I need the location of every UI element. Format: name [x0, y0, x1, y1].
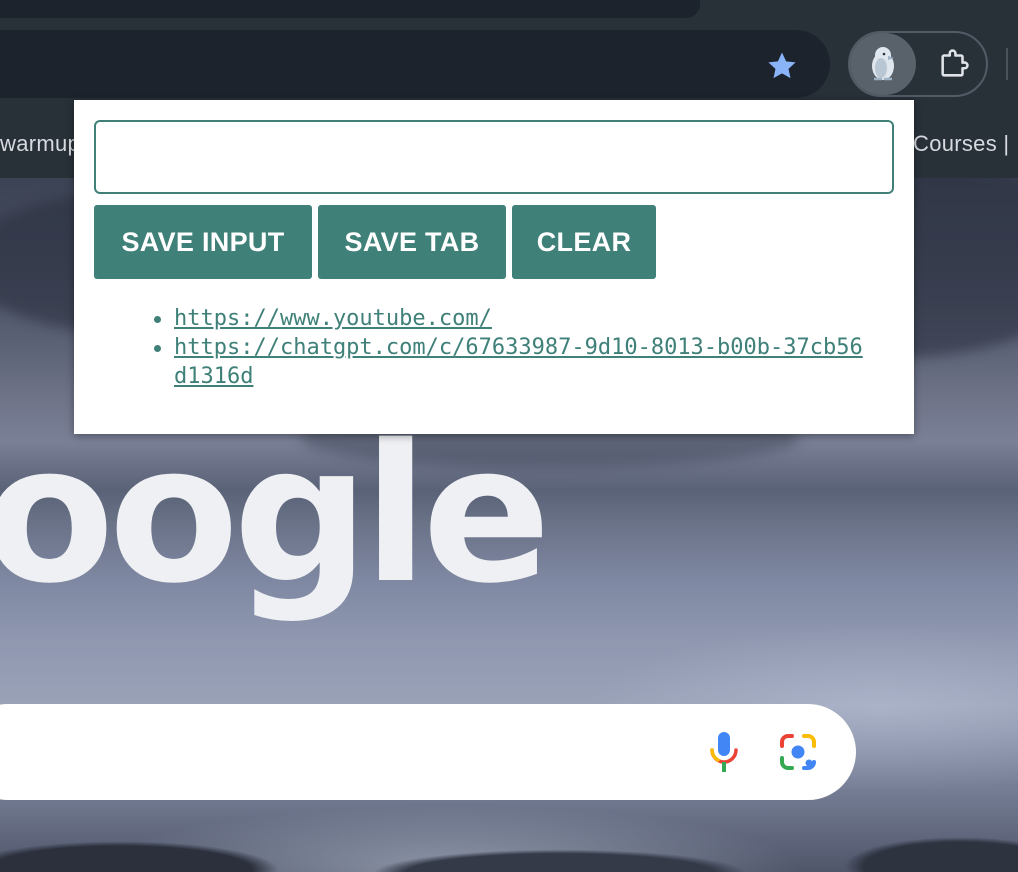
- clear-button[interactable]: CLEAR: [512, 205, 656, 279]
- save-input-button[interactable]: SAVE INPUT: [94, 205, 312, 279]
- url-input[interactable]: [94, 120, 894, 194]
- bookmark-courses[interactable]: Courses |: [913, 131, 1009, 157]
- saved-link[interactable]: https://chatgpt.com/c/67633987-9d10-8013…: [174, 335, 863, 389]
- toolbar-divider: [1006, 48, 1008, 80]
- saved-link[interactable]: https://www.youtube.com/: [174, 306, 492, 331]
- save-tab-button[interactable]: SAVE TAB: [318, 205, 506, 279]
- bookmark-warmup[interactable]: warmup: [0, 131, 80, 157]
- extension-popup: SAVE INPUT SAVE TAB CLEAR https://www.yo…: [74, 100, 914, 434]
- address-bar[interactable]: [0, 30, 830, 98]
- penguin-icon: [872, 47, 894, 81]
- list-item: https://www.youtube.com/: [154, 304, 874, 333]
- list-item: https://chatgpt.com/c/67633987-9d10-8013…: [154, 333, 874, 391]
- bookmark-star-button[interactable]: [760, 44, 804, 88]
- saved-links-list: https://www.youtube.com/ https://chatgpt…: [154, 304, 874, 391]
- microphone-icon[interactable]: [704, 730, 744, 774]
- extensions-menu-button[interactable]: [930, 42, 978, 86]
- rocks: [0, 810, 1018, 872]
- active-tab[interactable]: [0, 0, 700, 18]
- star-icon: [768, 52, 796, 79]
- puzzle-icon: [941, 49, 969, 77]
- google-logo: oogle: [0, 404, 551, 625]
- camera-lens-icon[interactable]: [778, 732, 818, 772]
- extension-button[interactable]: [850, 33, 916, 95]
